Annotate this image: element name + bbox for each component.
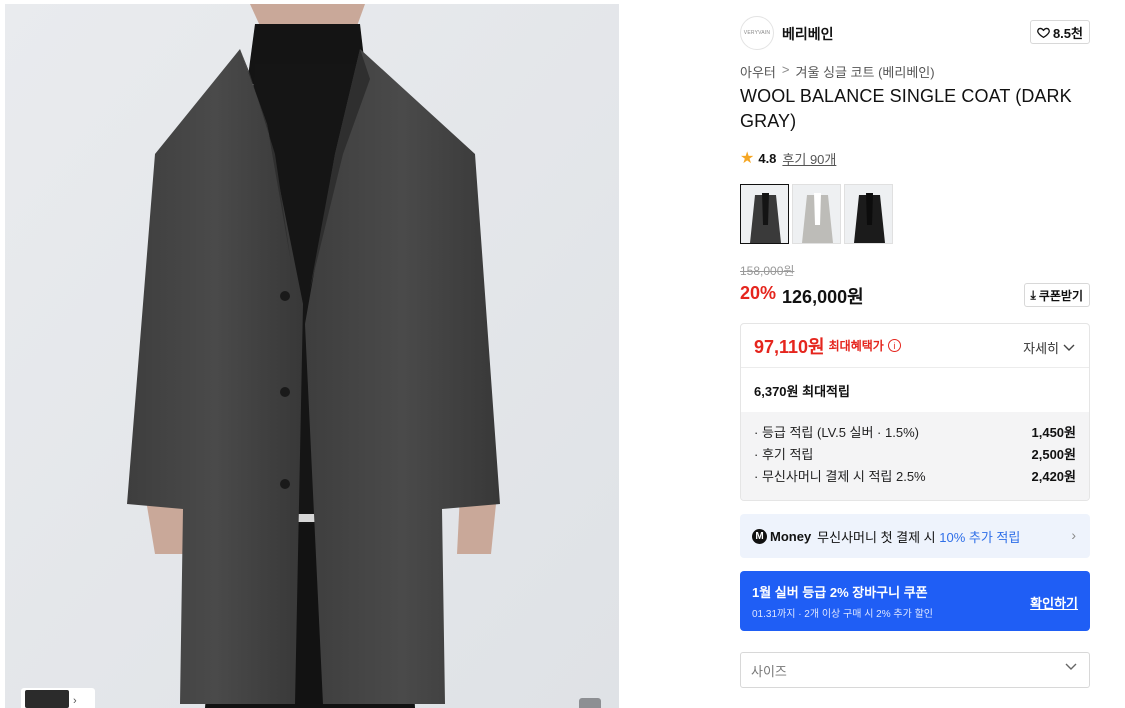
benefit-box: 97,110원 최대혜택가 i 자세히 6,370원 최대적립 · 등급 적립 … [740,323,1090,501]
money-promo-prefix: 무신사머니 첫 결제 시 [817,529,940,545]
points-item-amount: 2,500원 [1031,446,1077,462]
product-photo [5,4,619,708]
points-item-label: · 후기 적립 [754,446,814,462]
star-icon: ★ [740,149,755,167]
money-word: Money [770,528,812,544]
points-item-label: · 무신사머니 결제 시 적립 2.5% [754,468,926,484]
breadcrumb-separator: > [781,62,790,77]
cart-coupon-banner[interactable]: 1월 실버 등급 2% 장바구니 쿠폰 01.31까지 · 2개 이상 구매 시… [740,571,1090,631]
breadcrumb: 아우터 > 겨울 싱글 코트 (베리베인) [740,62,935,81]
money-logo-icon: M [752,528,767,544]
points-total: 6,370원 최대적립 [754,383,850,399]
size-select-placeholder: 사이즈 [751,663,787,679]
brand-row: VERYVAIN 베리베인 8.5천 [740,16,1090,50]
size-select[interactable]: 사이즈 [740,652,1090,688]
money-promo-banner[interactable]: M Money 무신사머니 첫 결제 시 10% 추가 적립 › [740,514,1090,558]
heart-icon [1037,27,1050,38]
breadcrumb-category[interactable]: 아우터 [740,62,776,81]
max-benefit-label: 최대혜택가 [828,339,884,353]
like-button[interactable]: 8.5천 [1029,20,1090,44]
discount-rate: 20% [740,283,777,303]
rating-score: 4.8 [758,151,777,166]
points-item-amount: 2,420원 [1031,468,1077,484]
chevron-right-icon[interactable]: › [73,694,77,708]
points-item-amount: 1,450원 [1031,424,1077,440]
points-item: · 후기 적립 2,500원 [754,442,1076,464]
original-price: 158,000원 [740,264,795,278]
sale-price: 126,000원 [782,287,864,307]
truncated-footer-text [740,702,1040,708]
breadcrumb-collection[interactable]: 겨울 싱글 코트 (베리베인) [795,62,934,81]
reviews-link[interactable]: 후기 90개 [782,149,836,168]
product-image-gallery[interactable]: › [5,4,619,708]
brand-logo[interactable]: VERYVAIN [740,16,774,50]
money-promo-text: 무신사머니 첫 결제 시 10% 추가 적립 [817,527,1020,546]
color-swatch-light-gray[interactable] [792,184,841,244]
rating-row: ★ 4.8 후기 90개 [740,149,836,168]
info-icon[interactable]: i [887,339,901,352]
brand-name[interactable]: 베리베인 [782,24,834,44]
points-item: · 무신사머니 결제 시 적립 2.5% 2,420원 [754,464,1076,486]
benefit-header: 97,110원 최대혜택가 i 자세히 [741,324,1089,368]
expand-icon[interactable] [579,698,601,708]
color-swatch-dark-gray[interactable] [740,184,789,244]
coupon-banner-title: 1월 실버 등급 2% 장바구니 쿠폰 [752,585,928,600]
coupon-banner-subtitle: 01.31까지 · 2개 이상 구매 시 2% 추가 할인 [752,609,933,620]
coupon-confirm-link[interactable]: 확인하기 [1030,593,1078,612]
detail-toggle-label: 자세히 [1023,341,1059,356]
points-item-label: · 등급 적립 (LV.5 실버 · 1.5%) [754,424,919,440]
points-list: · 등급 적립 (LV.5 실버 · 1.5%) 1,450원 · 후기 적립 … [741,412,1089,500]
coupon-download-label: 쿠폰받기 [1038,288,1083,303]
color-swatch-black[interactable] [844,184,893,244]
product-info-panel: VERYVAIN 베리베인 8.5천 아우터 > 겨울 싱글 코트 (베리베인)… [724,4,1106,708]
product-title: WOOL BALANCE SINGLE COAT (DARK GRAY) [740,86,1072,131]
price-row: 20% 126,000원 [740,283,864,309]
coupon-download-button[interactable]: ⤓ 쿠폰받기 [1023,283,1090,307]
chevron-down-icon [1065,663,1077,670]
color-swatches [740,184,893,244]
chevron-down-icon [1063,344,1075,351]
gallery-thumbnail[interactable] [25,690,69,708]
thumbnail-strip[interactable]: › [21,688,95,708]
download-icon: ⤓ [1030,287,1036,302]
benefit-detail-toggle[interactable]: 자세히 [1023,338,1075,357]
like-count: 8.5천 [1052,25,1083,41]
max-benefit-price: 97,110원 [754,336,825,357]
chevron-right-icon: › [1071,527,1076,543]
money-promo-highlight: 10% 추가 적립 [939,529,1021,545]
points-item: · 등급 적립 (LV.5 실버 · 1.5%) 1,450원 [754,420,1076,442]
